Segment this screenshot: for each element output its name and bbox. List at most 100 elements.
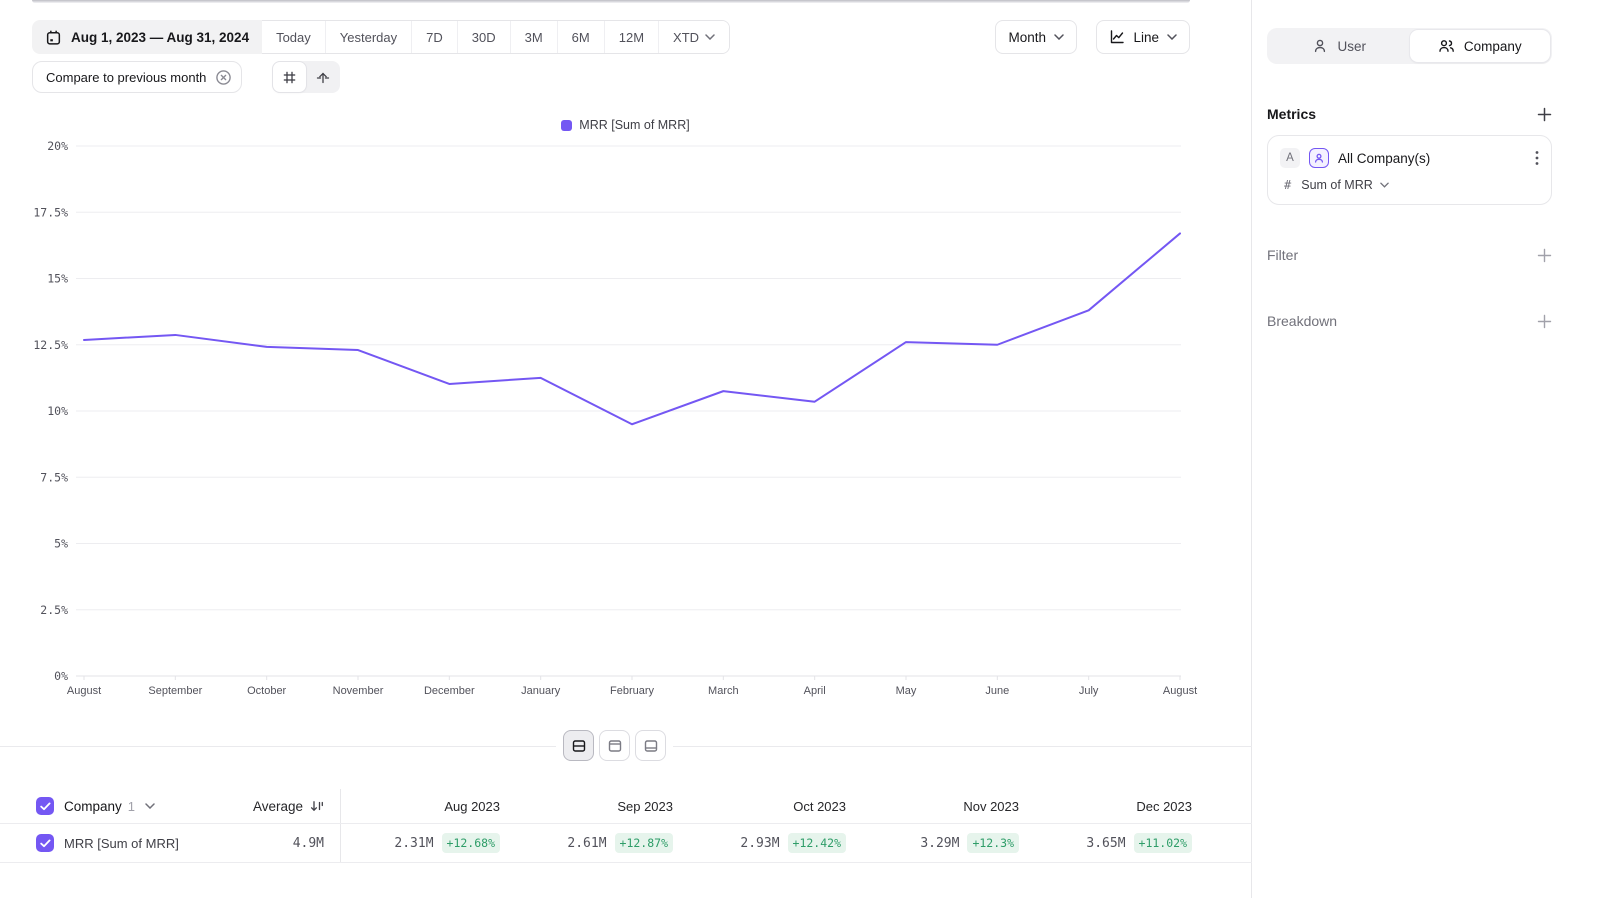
y-axis-label: 2.5% (40, 603, 68, 617)
chart-type-dropdown[interactable]: Line (1096, 20, 1190, 54)
row-metric-label: MRR [Sum of MRR] (64, 836, 179, 851)
add-breakdown-button[interactable] (1537, 314, 1552, 329)
average-column-header[interactable]: Average (253, 799, 324, 814)
select-all-checkbox[interactable] (36, 797, 54, 815)
plus-icon (1537, 248, 1552, 263)
month-cell: 2.93M +12.42% (687, 833, 860, 853)
cell-value: 2.31M (394, 836, 433, 851)
x-axis-label: May (896, 685, 917, 697)
range-xtd-button[interactable]: XTD (658, 21, 729, 53)
group-count: 1 (128, 799, 135, 814)
range-7d-button[interactable]: 7D (411, 21, 457, 53)
x-axis-label: March (708, 685, 739, 697)
month-column-header: Nov 2023 (860, 799, 1033, 814)
date-range-button[interactable]: Aug 1, 2023 — Aug 31, 2024 (32, 20, 262, 54)
layout-panel-bottom-button[interactable] (635, 730, 666, 761)
chart-option-toggles (272, 61, 340, 93)
chart-legend[interactable]: MRR [Sum of MRR] (0, 118, 1251, 132)
x-axis-label: July (1079, 685, 1099, 697)
range-yesterday-button[interactable]: Yesterday (325, 21, 411, 53)
delta-badge: +12.68% (442, 833, 500, 853)
metrics-section-title: Metrics (1267, 106, 1316, 122)
users-icon (1438, 38, 1455, 54)
line-chart-icon (1109, 29, 1125, 45)
toggle-user-segment[interactable]: User (1269, 30, 1410, 62)
add-filter-button[interactable] (1537, 248, 1552, 263)
cell-value: 2.61M (567, 836, 606, 851)
scale-toggle-button[interactable] (306, 62, 339, 92)
grid-toggle-button[interactable] (273, 62, 306, 92)
user-segment-label: User (1337, 39, 1366, 54)
compare-chip[interactable]: Compare to previous month (32, 61, 242, 93)
calendar-icon (45, 29, 62, 46)
group-by-label[interactable]: Company (64, 799, 122, 814)
aggregation-dropdown[interactable]: Sum of MRR (1301, 178, 1389, 192)
table-row-left: MRR [Sum of MRR] 4.9M (0, 824, 341, 862)
row-average-value: 4.9M (293, 836, 324, 851)
add-metric-button[interactable] (1537, 107, 1552, 122)
layout-toggle-group (556, 730, 673, 761)
chart-type-label: Line (1133, 30, 1159, 45)
cell-value: 2.93M (740, 836, 779, 851)
y-axis-label: 7.5% (40, 470, 68, 484)
delta-badge: +12.3% (967, 833, 1019, 853)
metric-series-badge: A (1280, 148, 1300, 168)
x-axis-label: August (67, 685, 101, 697)
range-30d-button[interactable]: 30D (457, 21, 510, 53)
y-axis-label: 10% (47, 404, 68, 418)
month-column-header: Dec 2023 (1033, 799, 1206, 814)
chevron-down-icon[interactable] (145, 803, 155, 809)
metric-card[interactable]: A All Company(s) # Sum of MRR (1267, 135, 1552, 205)
y-axis-label: 15% (47, 272, 68, 286)
y-axis-label: 17.5% (33, 205, 68, 219)
legend-label: MRR [Sum of MRR] (579, 118, 689, 132)
delta-badge: +12.87% (615, 833, 673, 853)
user-icon (1312, 38, 1328, 54)
company-segment-label: Company (1464, 39, 1522, 54)
quick-range-group: TodayYesterday7D30D3M6M12M XTD (262, 20, 730, 54)
sort-descending-icon (310, 799, 324, 813)
legend-swatch (561, 120, 572, 131)
cell-value: 3.65M (1086, 836, 1125, 851)
range-3m-button[interactable]: 3M (510, 21, 557, 53)
y-axis-label: 12.5% (33, 338, 68, 352)
toggle-company-segment[interactable]: Company (1410, 30, 1551, 62)
filter-section-title: Filter (1267, 247, 1298, 263)
table-row[interactable]: MRR [Sum of MRR] 4.9M 2.31M +12.68% 2.61M +… (0, 823, 1252, 863)
numeric-type-icon: # (1284, 178, 1291, 192)
range-today-button[interactable]: Today (262, 21, 325, 53)
layout-split-button[interactable] (563, 730, 594, 761)
mrr-line-series[interactable] (84, 233, 1180, 424)
panel-top-icon (607, 738, 623, 754)
y-axis-label: 0% (54, 669, 68, 683)
x-axis-label: September (148, 685, 202, 697)
granularity-dropdown[interactable]: Month (995, 20, 1077, 54)
panel-bottom-icon (643, 738, 659, 754)
x-axis-label: February (610, 685, 655, 697)
mrr-line-chart: 0%2.5%5%7.5%10%12.5%15%17.5%20%AugustSep… (0, 135, 1252, 710)
circle-x-icon[interactable] (215, 69, 232, 86)
date-toolbar: Aug 1, 2023 — Aug 31, 2024 TodayYesterda… (32, 20, 730, 54)
month-column-header: Oct 2023 (687, 799, 860, 814)
row-checkbox[interactable] (36, 834, 54, 852)
granularity-label: Month (1008, 30, 1046, 45)
plus-icon (1537, 314, 1552, 329)
average-label: Average (253, 799, 303, 814)
xtd-label: XTD (673, 30, 699, 45)
month-column-header: Aug 2023 (341, 799, 514, 814)
month-cell: 2.61M +12.87% (514, 833, 687, 853)
delta-badge: +12.42% (788, 833, 846, 853)
range-12m-button[interactable]: 12M (604, 21, 658, 53)
main-panel: Aug 1, 2023 — Aug 31, 2024 TodayYesterda… (0, 0, 1252, 898)
date-range-label: Aug 1, 2023 — Aug 31, 2024 (71, 30, 249, 45)
month-cell: 3.29M+12.3% (860, 833, 1033, 853)
x-axis-label: August (1163, 685, 1197, 697)
scrolled-card-edge (32, 0, 1190, 3)
config-sidebar: User Company Metrics A (1253, 0, 1600, 898)
grid-icon (282, 70, 297, 85)
layout-panel-top-button[interactable] (599, 730, 630, 761)
row-month-cells: 2.31M +12.68% 2.61M +12.87% 2.93M +12.42% 3.29… (341, 824, 1206, 862)
company-entity-icon (1309, 148, 1329, 168)
range-6m-button[interactable]: 6M (557, 21, 604, 53)
metric-menu-button[interactable] (1535, 150, 1539, 166)
